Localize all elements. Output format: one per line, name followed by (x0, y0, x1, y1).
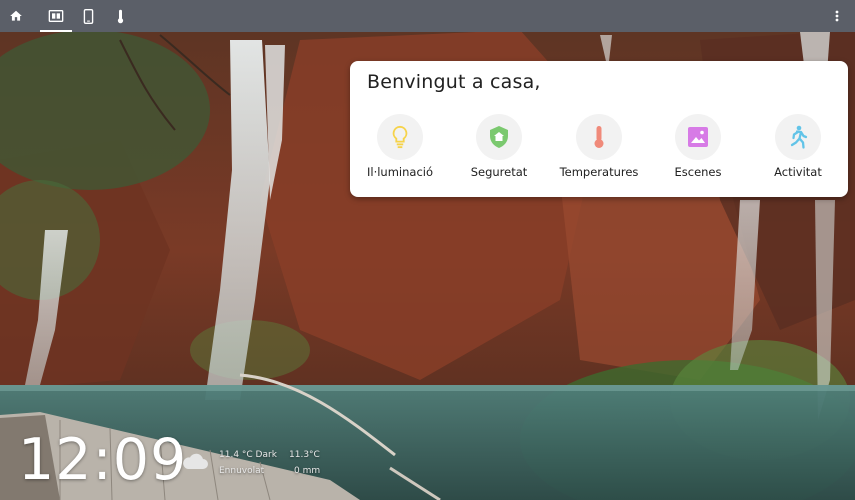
tab-home[interactable] (0, 0, 32, 32)
weather-precipitation: 0 mm (294, 466, 321, 476)
shield-home-icon (490, 126, 508, 148)
thermometer-icon (117, 9, 123, 23)
image-icon (688, 127, 708, 147)
tile-label: Escenes (674, 165, 722, 179)
welcome-card: Benvingut a casa, Il·luminació Seguretat… (350, 61, 848, 197)
clock-time: 12:09 (18, 427, 188, 493)
tab-tablet[interactable] (72, 0, 104, 32)
tablet-icon (83, 8, 93, 24)
tile-temperatures[interactable]: Temperatures (549, 114, 649, 184)
shortcut-tiles: Il·luminació Seguretat Temperatures Esce… (350, 114, 848, 184)
more-vertical-icon (835, 10, 839, 22)
tab-display[interactable] (40, 0, 72, 32)
thermometer-icon (594, 126, 604, 148)
tile-label: Temperatures (559, 165, 639, 179)
walking-person-icon (790, 125, 808, 149)
display-icon (48, 10, 64, 22)
tile-activity[interactable]: Activitat (748, 114, 848, 184)
tile-scenes[interactable]: Escenes (648, 114, 748, 184)
tile-label: Activitat (774, 165, 822, 179)
weather-temperature-secondary: 11.3°C (289, 450, 320, 460)
tile-label: Il·luminació (366, 165, 433, 179)
tile-label: Seguretat (470, 165, 528, 179)
tab-temperature[interactable] (104, 0, 136, 32)
welcome-title: Benvingut a casa, (367, 71, 541, 93)
lightbulb-icon (392, 125, 408, 149)
cloud-icon (183, 453, 208, 469)
home-icon (10, 10, 22, 21)
weather-condition: Ennuvolat (219, 466, 265, 476)
overflow-menu-button[interactable] (821, 0, 853, 32)
tile-lighting[interactable]: Il·luminació (350, 114, 450, 184)
top-toolbar (0, 0, 855, 32)
weather-temperature: 11.4 °C Dark (219, 450, 277, 460)
tile-security[interactable]: Seguretat (449, 114, 549, 184)
